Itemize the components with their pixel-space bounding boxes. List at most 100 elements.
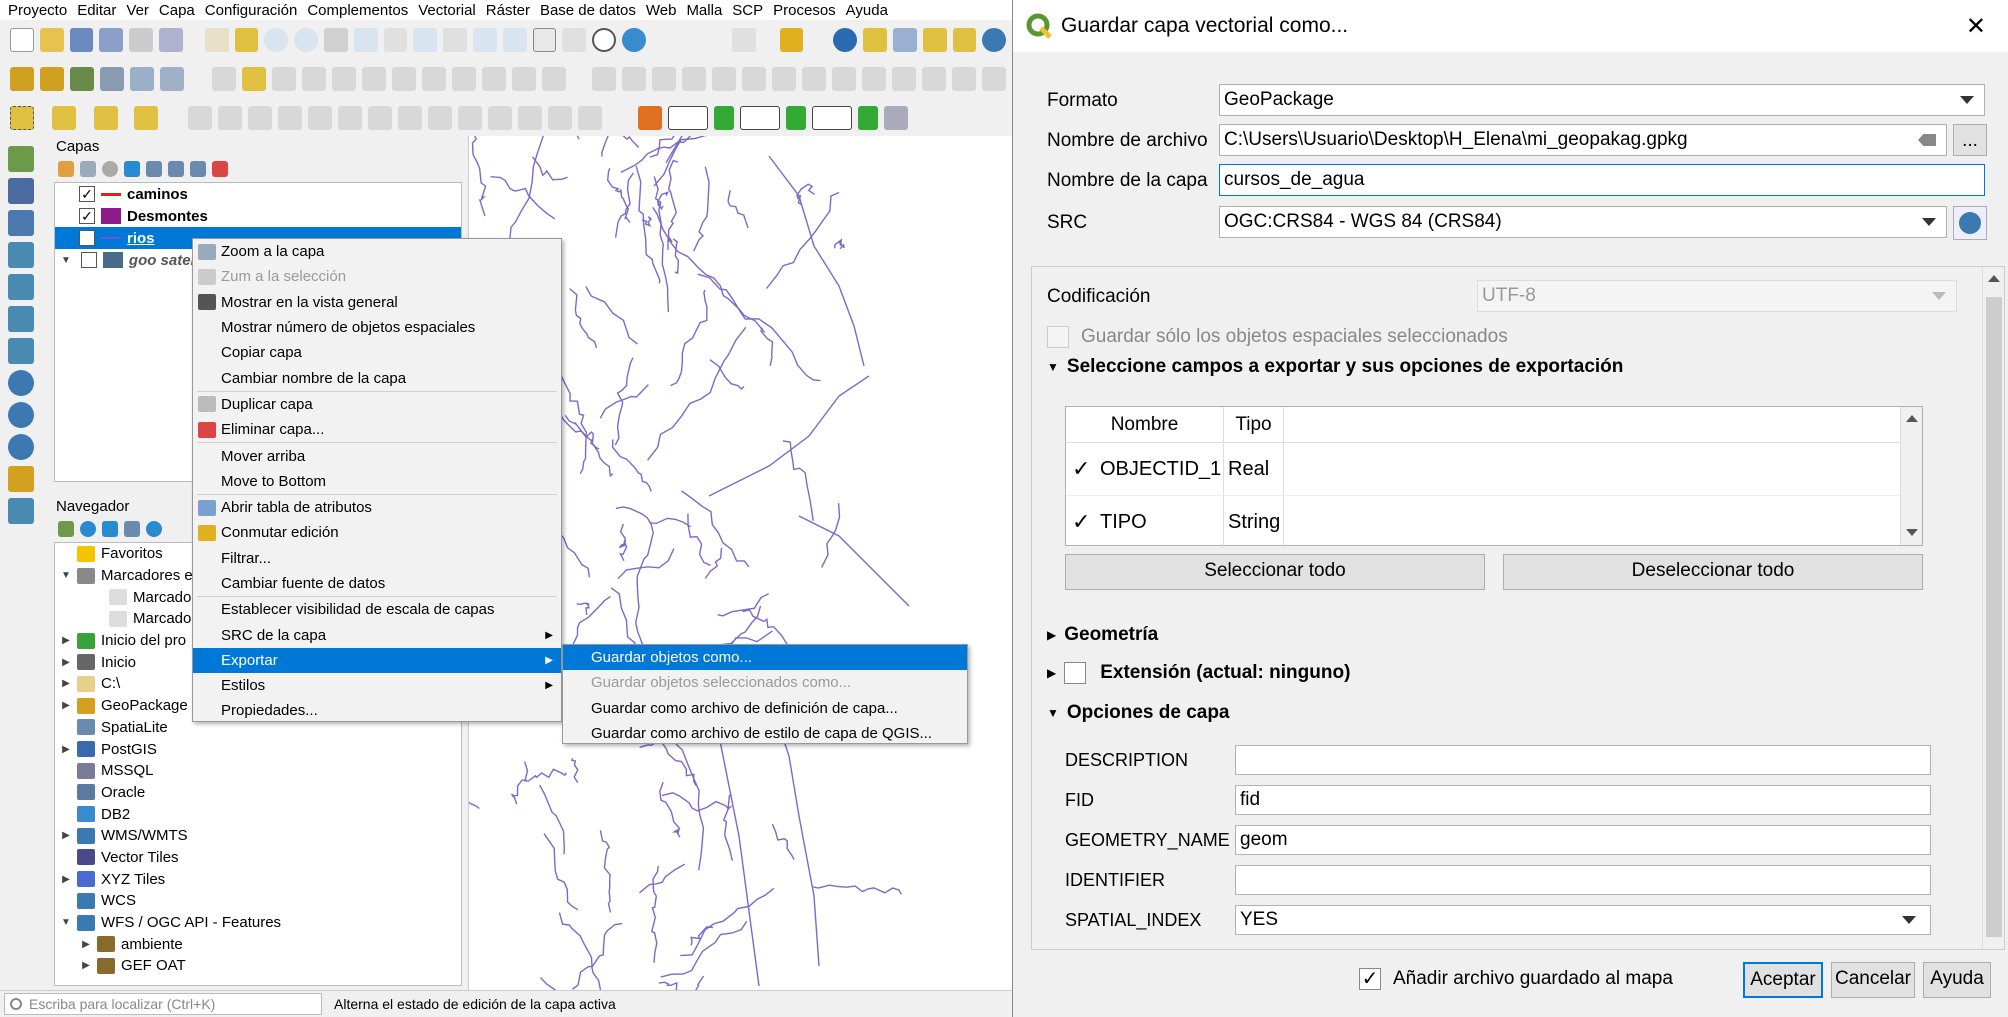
pan-to-selection-icon[interactable] (234, 28, 259, 52)
menu-8[interactable]: Base de datos (540, 2, 636, 19)
add-raster-layer-icon[interactable] (8, 178, 34, 204)
bookmark-icon[interactable] (562, 28, 587, 52)
tree-arrow-icon[interactable]: ▼ (59, 917, 73, 928)
print-layout-icon[interactable] (129, 28, 153, 52)
context-menu-item[interactable]: Zoom a la capa (193, 239, 561, 264)
identify-icon[interactable] (731, 28, 756, 52)
menu-4[interactable]: Configuración (205, 2, 298, 19)
zoom-out-icon[interactable] (294, 28, 318, 52)
column-header-type[interactable]: Tipo (1224, 407, 1284, 442)
crs-selector-button[interactable] (1953, 206, 1987, 240)
menu-3[interactable]: Capa (159, 2, 195, 19)
new-map-view-icon[interactable] (532, 28, 557, 52)
extent-section-header[interactable]: ▶ Extensión (actual: ninguno) (1047, 662, 1350, 684)
layer-option-input[interactable]: fid (1235, 785, 1931, 815)
collapse-browser-icon[interactable] (124, 521, 140, 537)
layer-row[interactable]: ✓ caminos (55, 183, 461, 205)
browser-item[interactable]: WCS (55, 890, 461, 912)
clear-field-icon[interactable] (1918, 134, 1936, 146)
osm-icon[interactable] (130, 67, 154, 91)
menu-9[interactable]: Web (646, 2, 677, 19)
context-menu-item[interactable]: Eliminar capa... (193, 417, 561, 442)
context-menu-item[interactable]: Establecer visibilidad de escala de capa… (193, 597, 561, 622)
tree-arrow-icon[interactable]: ▶ (59, 635, 73, 646)
layer-options-section-header[interactable]: ▼ Opciones de capa (1047, 702, 1230, 724)
scroll-down-icon[interactable] (1906, 529, 1918, 536)
temporal-icon[interactable] (592, 28, 616, 52)
zoom-next-icon[interactable] (502, 28, 527, 52)
menu-10[interactable]: Malla (686, 2, 722, 19)
save-as-icon[interactable] (99, 28, 124, 52)
manage-themes-icon[interactable] (102, 161, 118, 177)
layername-input[interactable]: cursos_de_agua (1219, 164, 1985, 196)
scp-band-icon[interactable] (638, 106, 662, 130)
column-header-name[interactable]: Nombre (1066, 407, 1224, 442)
zoom-rubber-icon[interactable] (323, 28, 348, 52)
browser-item[interactable]: Vector Tiles (55, 847, 461, 869)
add-mesh-layer-icon[interactable] (8, 210, 34, 236)
tree-arrow-icon[interactable]: ▶ (79, 939, 93, 950)
select-all-button[interactable]: Seleccionar todo (1065, 554, 1485, 590)
add-selected-layers-icon[interactable] (58, 521, 74, 537)
expand-all-icon[interactable] (168, 161, 184, 177)
layer-option-input[interactable]: geom (1235, 825, 1931, 855)
browser-item[interactable]: MSSQL (55, 760, 461, 782)
context-menu-item[interactable]: Propiedades... (193, 698, 561, 723)
table-row[interactable]: ✓ OBJECTID_1 Real (1066, 443, 1922, 496)
layer-option-input[interactable] (1235, 745, 1931, 775)
add-wcs-icon[interactable] (8, 402, 34, 428)
add-to-map-checkbox[interactable]: ✓ (1359, 968, 1381, 990)
locator-search-input[interactable]: Escriba para localizar (Ctrl+K) (4, 993, 322, 1015)
deselect-all-button[interactable]: Deseleccionar todo (1503, 554, 1923, 590)
new-project-icon[interactable] (10, 28, 34, 52)
digitize-icon[interactable] (40, 67, 64, 91)
context-menu-item[interactable]: Filtrar... (193, 546, 561, 571)
context-menu-item[interactable]: Duplicar capa (193, 392, 561, 417)
open-project-icon[interactable] (39, 28, 64, 52)
deselect-all-icon[interactable] (94, 106, 118, 130)
zoom-layer-icon[interactable] (413, 28, 438, 52)
context-menu-item[interactable]: Cambiar nombre de la capa (193, 365, 561, 390)
context-menu-item[interactable]: Cambiar fuente de datos (193, 571, 561, 596)
tree-arrow-icon[interactable]: ▶ (79, 960, 93, 971)
scrollbar-thumb[interactable] (1986, 297, 2002, 937)
save-project-icon[interactable] (69, 28, 94, 52)
menu-2[interactable]: Ver (126, 2, 149, 19)
select-value-icon[interactable] (52, 106, 76, 130)
expand-arrow-icon[interactable]: ▼ (61, 255, 71, 266)
scp-arrow-2-icon[interactable] (786, 106, 806, 130)
layer-styling-icon[interactable] (10, 67, 34, 91)
new-shapefile-icon[interactable] (8, 498, 34, 524)
tree-arrow-icon[interactable]: ▶ (59, 830, 73, 841)
layer-visibility-checkbox[interactable]: ✓ (79, 208, 95, 224)
layer-visibility-checkbox[interactable]: ✓ (79, 230, 95, 246)
layer-option-input[interactable] (1235, 865, 1931, 895)
menu-5[interactable]: Complementos (307, 2, 408, 19)
context-menu-item[interactable]: Mover arriba (193, 443, 561, 468)
menu-1[interactable]: Editar (77, 2, 116, 19)
scp-arrow-1-icon[interactable] (714, 106, 734, 130)
menu-7[interactable]: Ráster (486, 2, 530, 19)
add-virtual-layer-icon[interactable] (8, 306, 34, 332)
tree-arrow-icon[interactable]: ▶ (59, 657, 73, 668)
close-icon[interactable]: ✕ (1966, 12, 1986, 41)
context-menu-item[interactable]: SRC de la capa ▶ (193, 622, 561, 647)
browser-item[interactable]: ▶ WMS/WMTS (55, 825, 461, 847)
refresh-browser-icon[interactable] (80, 521, 96, 537)
fields-scrollbar[interactable] (1900, 407, 1922, 545)
context-menu-item[interactable]: Mostrar número de objetos espaciales (193, 315, 561, 340)
table-row[interactable]: ✓ TIPO String (1066, 496, 1922, 549)
layer-visibility-checkbox[interactable]: ✓ (79, 186, 95, 202)
snapping-icon[interactable] (160, 67, 184, 91)
filter-expression-icon[interactable] (146, 161, 162, 177)
filter-legend-icon[interactable] (124, 161, 140, 177)
toggle-edit-icon[interactable] (242, 67, 266, 91)
scp-table-icon[interactable] (884, 106, 908, 130)
add-delimited-text-icon[interactable] (8, 242, 34, 268)
context-menu-item[interactable]: Mostrar en la vista general (193, 290, 561, 315)
zoom-full-icon[interactable] (353, 28, 378, 52)
vertical-scrollbar[interactable] (1982, 267, 2004, 949)
zoom-selection-icon[interactable] (383, 28, 408, 52)
filename-input[interactable]: C:\Users\Usuario\Desktop\H_Elena\mi_geop… (1219, 124, 1947, 156)
tree-arrow-icon[interactable]: ▶ (59, 678, 73, 689)
